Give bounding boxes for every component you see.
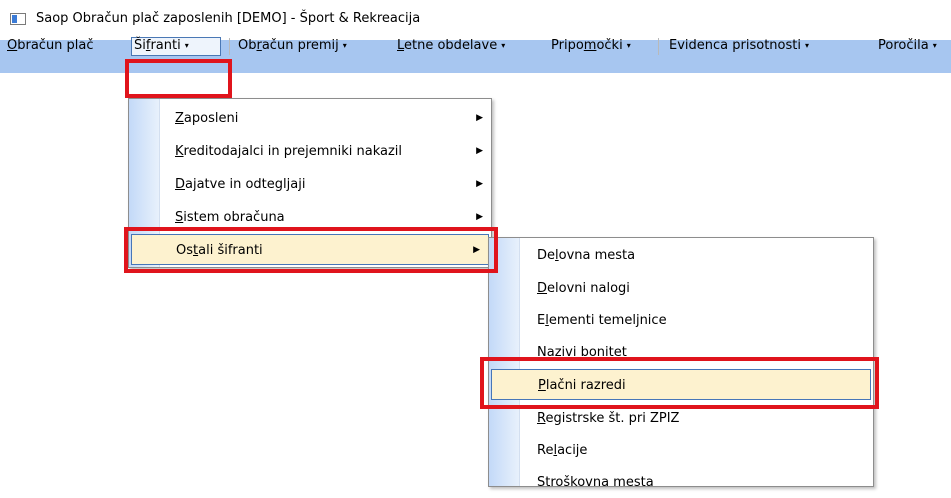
menu-obracun-premij[interactable]: Obračun premij ▾ [238,36,347,56]
menu-sifranti[interactable]: Šifranti ▾ [134,36,189,56]
submenu-arrow-icon: ▶ [476,179,483,189]
submenu-arrow-icon: ▶ [473,245,480,255]
menu-separator [229,38,230,55]
menu-item-nazivi-bonitet[interactable]: Nazivi bonitet [489,337,873,368]
menu-item-relacije[interactable]: Relacije [489,435,873,466]
ostali-sifranti-submenu: Delovna mesta Delovni nalogi Elementi te… [488,237,874,490]
menu-bar-row [0,73,951,96]
menu-item-stroskovna-mesta[interactable]: Stroškovna mesta [489,467,873,498]
submenu-arrow-icon: ▶ [476,146,483,156]
menu-item-dajatve[interactable]: Dajatve in odtegljaji ▶ [129,169,491,200]
menu-item-ostali-sifranti[interactable]: Ostali šifranti ▶ [131,234,489,265]
menu-letne-obdelave[interactable]: Letne obdelave ▾ [397,36,505,56]
menu-item-delovni-nalogi[interactable]: Delovni nalogi [489,273,873,304]
menu-item-delovna-mesta[interactable]: Delovna mesta [489,240,873,271]
sifranti-dropdown: Zaposleni ▶ Kreditodajalci in prejemniki… [128,98,492,268]
menu-item-sistem-obracuna[interactable]: Sistem obračuna ▶ [129,202,491,233]
window-title: Saop Obračun plač zaposlenih [DEMO] - Šp… [36,11,421,26]
menu-item-elementi-temeljnice[interactable]: Elementi temeljnice [489,305,873,336]
menu-item-zaposleni[interactable]: Zaposleni ▶ [129,103,491,134]
menu-separator [658,38,659,55]
submenu-arrow-icon: ▶ [476,113,483,123]
title-bar: Saop Obračun plač zaposlenih [DEMO] - Šp… [0,0,951,40]
menu-pripomocki[interactable]: Pripomočki ▾ [551,36,631,56]
chevron-down-icon: ▾ [804,41,809,50]
menu-item-placni-razredi[interactable]: Plačni razredi [491,369,871,400]
app-window-icon [10,13,26,25]
chevron-down-icon: ▾ [932,41,937,50]
menu-item-registrske-st[interactable]: Registrske št. pri ZPIZ [489,403,873,434]
submenu-arrow-icon: ▶ [476,212,483,222]
menu-obracun-plac[interactable]: Obračun plač [7,36,94,56]
chevron-down-icon: ▾ [342,41,347,50]
menu-porocila[interactable]: Poročila ▾ [878,36,937,56]
menu-evidenca-prisotnosti[interactable]: Evidenca prisotnosti ▾ [669,36,809,56]
chevron-down-icon: ▾ [501,41,506,50]
chevron-down-icon: ▾ [184,41,189,50]
menu-item-kreditodajalci[interactable]: Kreditodajalci in prejemniki nakazil ▶ [129,136,491,167]
chevron-down-icon: ▾ [626,41,631,50]
